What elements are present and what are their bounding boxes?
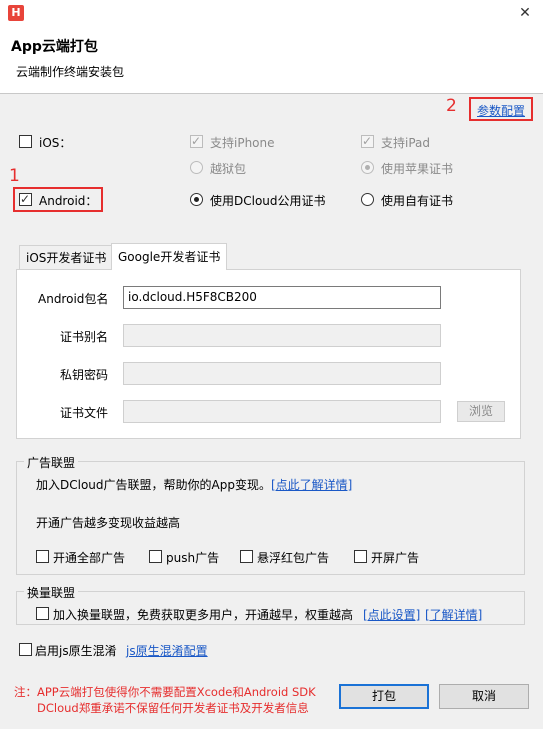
package-name-input[interactable]: io.dcloud.H5F8CB200 — [123, 286, 441, 309]
jailbreak-radio[interactable] — [190, 161, 203, 174]
all-ads-label: 开通全部广告 — [53, 551, 126, 565]
hbuilder-logo-icon: H — [8, 5, 24, 21]
support-ipad-checkbox[interactable]: ✓ — [361, 134, 374, 148]
pack-button[interactable]: 打包 — [339, 684, 429, 709]
android-label: Android： — [39, 194, 98, 208]
ios-checkbox[interactable] — [19, 135, 32, 148]
support-iphone-label: 支持iPhone — [210, 136, 275, 150]
page-subtitle: 云端制作终端安装包 — [16, 65, 125, 79]
traffic-union-label: 加入换量联盟，免费获取更多用户，开通越早，权重越高 — [53, 608, 354, 622]
splash-ads-checkbox[interactable] — [354, 550, 367, 563]
own-cert-label: 使用自有证书 — [381, 194, 454, 208]
check-icon: ✓ — [191, 134, 202, 148]
js-obfuscation-checkbox[interactable] — [19, 643, 32, 656]
cancel-button[interactable]: 取消 — [439, 684, 529, 709]
own-cert-radio[interactable] — [361, 193, 374, 206]
ad-union-title: 广告联盟 — [24, 454, 79, 471]
footer-note-line1: 注：APP云端打包使得你不需要配置Xcode和Android SDK — [14, 685, 316, 699]
cert-file-input[interactable] — [123, 400, 441, 423]
support-ipad-label: 支持iPad — [381, 136, 431, 150]
push-ads-checkbox[interactable] — [149, 550, 162, 563]
apple-cert-label: 使用苹果证书 — [381, 162, 454, 176]
js-obfuscation-label: 启用js原生混淆 — [35, 644, 117, 658]
tab-ios-cert[interactable]: iOS开发者证书 — [19, 245, 114, 269]
ios-label: iOS： — [39, 136, 72, 150]
check-icon: ✓ — [20, 192, 31, 206]
cert-alias-input[interactable] — [123, 324, 441, 347]
cert-file-label: 证书文件 — [59, 406, 108, 420]
ad-union-tip: 开通广告越多变现收益越高 — [36, 516, 181, 530]
ad-union-desc: 加入DCloud广告联盟，帮助你的App变现。 — [36, 478, 271, 492]
jailbreak-label: 越狱包 — [210, 162, 247, 176]
float-redpacket-checkbox[interactable] — [240, 550, 253, 563]
traffic-setup-link[interactable]: [点此设置] — [363, 606, 420, 623]
private-key-input[interactable] — [123, 362, 441, 385]
close-icon[interactable]: ✕ — [514, 3, 536, 23]
traffic-union-title: 换量联盟 — [24, 584, 79, 601]
ad-union-detail-link[interactable]: [点此了解详情] — [271, 476, 352, 493]
private-key-label: 私钥密码 — [59, 368, 108, 382]
package-name-label: Android包名 — [38, 292, 109, 306]
traffic-detail-link[interactable]: [了解详情] — [425, 606, 482, 623]
traffic-union-checkbox[interactable] — [36, 607, 49, 620]
all-ads-checkbox[interactable] — [36, 550, 49, 563]
dcloud-cert-radio[interactable] — [190, 193, 203, 206]
radio-dot — [194, 197, 199, 202]
footer-note-line2: DCloud郑重承诺不保留任何开发者证书及开发者信息 — [37, 701, 309, 715]
page-title: App云端打包 — [11, 39, 98, 55]
cert-alias-label: 证书别名 — [59, 330, 108, 344]
tab-google-cert[interactable]: Google开发者证书 — [111, 243, 228, 270]
push-ads-label: push广告 — [166, 551, 220, 565]
radio-dot — [365, 165, 370, 170]
apple-cert-radio[interactable] — [361, 161, 374, 174]
dcloud-cert-label: 使用DCloud公用证书 — [210, 194, 326, 208]
js-obfuscation-config-link[interactable]: js原生混淆配置 — [126, 642, 208, 659]
support-iphone-checkbox[interactable]: ✓ — [190, 134, 203, 148]
float-redpacket-label: 悬浮红包广告 — [257, 551, 330, 565]
annotation-marker-1: 1 — [9, 166, 20, 186]
splash-ads-label: 开屏广告 — [371, 551, 420, 565]
params-config-link[interactable]: 参数配置 — [477, 102, 525, 119]
title-bar — [0, 0, 543, 28]
annotation-marker-2: 2 — [446, 96, 457, 116]
android-checkbox[interactable]: ✓ — [19, 192, 32, 206]
check-icon: ✓ — [362, 134, 373, 148]
browse-button[interactable]: 浏览 — [457, 401, 505, 422]
